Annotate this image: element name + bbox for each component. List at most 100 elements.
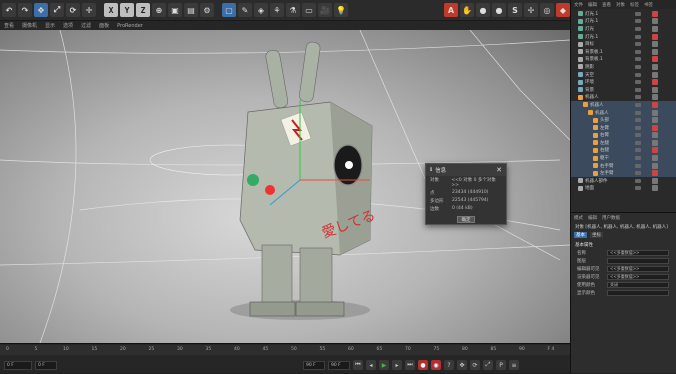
deformer-icon[interactable]: ⚗ (286, 3, 300, 17)
target-icon[interactable]: ◎ (540, 3, 554, 17)
visibility-dots-icon[interactable] (635, 163, 641, 168)
visibility-dots-icon[interactable] (635, 34, 641, 39)
plugin-icon[interactable]: ◆ (556, 3, 570, 17)
object-tree-row[interactable]: 背景板.1 (571, 56, 676, 64)
coordinate-system-icon[interactable]: ⊕ (152, 3, 166, 17)
next-frame-icon[interactable]: ▸ (392, 360, 402, 370)
attr-menu-edit[interactable]: 编辑 (588, 215, 597, 221)
record-icon[interactable]: ● (418, 360, 428, 370)
visibility-dots-icon[interactable] (635, 171, 641, 176)
object-tree-row[interactable]: 灯光.1 (571, 10, 676, 18)
tag-icon[interactable] (652, 25, 658, 32)
tab-coord[interactable]: 坐标 (590, 232, 603, 238)
object-tree-row[interactable]: 右臂 (571, 131, 676, 140)
visibility-dots-icon[interactable] (635, 102, 641, 107)
sculpt-icon[interactable]: ✋ (460, 3, 474, 17)
tag-icon[interactable] (652, 63, 658, 70)
visibility-dots-icon[interactable] (635, 125, 641, 130)
object-tree-row[interactable]: 右腿 (571, 146, 676, 155)
object-tree-row[interactable]: 右手臂 (571, 161, 676, 170)
timeline-menu-icon[interactable]: ≡ (509, 360, 519, 370)
object-tree-row[interactable]: 灯光.1 (571, 33, 676, 41)
start-frame-field[interactable]: 0 F (4, 360, 32, 370)
om-menu-file[interactable]: 文件 (574, 2, 583, 8)
object-tree-row[interactable]: 阴影 (571, 63, 676, 71)
name-field[interactable]: <<多重数值>> (607, 250, 669, 256)
y-axis-lock-button[interactable]: Y (120, 3, 134, 17)
visibility-dots-icon[interactable] (635, 11, 641, 16)
tag-icon[interactable] (652, 18, 658, 25)
om-menu-bookmarks[interactable]: 书签 (644, 2, 653, 8)
tag-icon[interactable] (652, 41, 658, 48)
visibility-dots-icon[interactable] (635, 80, 641, 85)
key-scale-icon[interactable]: ⤢ (483, 360, 493, 370)
tag-icon[interactable] (652, 48, 658, 55)
current-frame-field[interactable]: 0 F (35, 360, 57, 370)
cube-object-icon[interactable]: ▢ (222, 3, 236, 17)
scene-floor-icon[interactable]: ▭ (302, 3, 316, 17)
tag-icon[interactable] (652, 109, 658, 116)
render-visible-dropdown[interactable]: <<多重数值>> (607, 274, 669, 280)
visibility-dots-icon[interactable] (635, 87, 641, 92)
tag-icon[interactable] (652, 162, 658, 169)
use-color-dropdown[interactable]: 关闭 (607, 282, 669, 288)
visibility-dots-icon[interactable] (635, 148, 641, 153)
visibility-dots-icon[interactable] (635, 178, 641, 183)
timeline-ruler[interactable]: 0 5 10 15 20 25 30 35 40 45 50 55 60 65 70 75 80 85 90 F 4 (0, 345, 570, 355)
tag-icon[interactable] (652, 177, 658, 184)
visibility-dots-icon[interactable] (635, 19, 641, 24)
tag-icon[interactable] (652, 155, 658, 162)
move-tool-icon[interactable]: ✥ (34, 3, 48, 17)
visibility-dots-icon[interactable] (635, 140, 641, 145)
xpresso-icon[interactable]: A (444, 3, 458, 17)
tag-icon[interactable] (652, 170, 658, 177)
hair-icon[interactable]: ● (492, 3, 506, 17)
object-tree-row[interactable]: 环境 (571, 78, 676, 86)
tag-icon[interactable] (652, 10, 658, 17)
visibility-dots-icon[interactable] (635, 156, 641, 161)
autokey-icon[interactable]: ◉ (431, 360, 441, 370)
visibility-dots-icon[interactable] (635, 95, 641, 100)
keyframe-icon[interactable]: ? (444, 360, 454, 370)
object-tree-row[interactable]: 灯光 (571, 25, 676, 33)
viewport-menu-options[interactable]: 选项 (63, 22, 73, 29)
prev-frame-icon[interactable]: ◂ (366, 360, 376, 370)
display-color-field[interactable] (607, 290, 669, 296)
undo-icon[interactable]: ↶ (2, 3, 16, 17)
tag-icon[interactable] (652, 185, 658, 192)
visibility-dots-icon[interactable] (635, 133, 641, 138)
object-tree-row[interactable]: 左臂 (571, 123, 676, 132)
object-tree-row[interactable]: 天空 (571, 71, 676, 79)
end-frame-field[interactable]: 90 F (303, 360, 325, 370)
s-plugin-icon[interactable]: S (508, 3, 522, 17)
om-menu-tags[interactable]: 标签 (630, 2, 639, 8)
viewport-menu-panel[interactable]: 面板 (99, 22, 109, 29)
tag-icon[interactable] (652, 147, 658, 154)
visibility-dots-icon[interactable] (635, 118, 641, 123)
viewport-menu-cameras[interactable]: 摄像机 (22, 22, 37, 29)
om-menu-view[interactable]: 查看 (602, 2, 611, 8)
key-rotation-icon[interactable]: ⟳ (470, 360, 480, 370)
render-view-icon[interactable]: ▣ (168, 3, 182, 17)
rotate-tool-icon[interactable]: ⟳ (66, 3, 80, 17)
attr-menu-mode[interactable]: 模式 (574, 215, 583, 221)
object-tree-row[interactable]: 背景 (571, 86, 676, 94)
go-to-start-icon[interactable]: ⏮ (353, 360, 363, 370)
layer-field[interactable] (607, 258, 669, 264)
visibility-dots-icon[interactable] (635, 72, 641, 77)
array-icon[interactable]: ⚘ (270, 3, 284, 17)
snap-icon[interactable]: ✢ (524, 3, 538, 17)
tag-icon[interactable] (652, 117, 658, 124)
ok-button[interactable]: 确定 (457, 216, 475, 223)
subdivision-icon[interactable]: ◈ (254, 3, 268, 17)
visibility-dots-icon[interactable] (635, 110, 641, 115)
attr-menu-userdata[interactable]: 用户数据 (602, 215, 620, 221)
render-settings-icon[interactable]: ⚙ (200, 3, 214, 17)
object-tree-row[interactable]: 机器人 (571, 101, 676, 109)
object-tree-row[interactable]: 机器人 (571, 108, 676, 117)
object-tree-row[interactable]: 头部 (571, 116, 676, 124)
robot-model[interactable]: 愛してる (230, 41, 378, 320)
play-icon[interactable]: ▶ (379, 360, 389, 370)
visibility-dots-icon[interactable] (635, 26, 641, 31)
om-menu-edit[interactable]: 编辑 (588, 2, 597, 8)
